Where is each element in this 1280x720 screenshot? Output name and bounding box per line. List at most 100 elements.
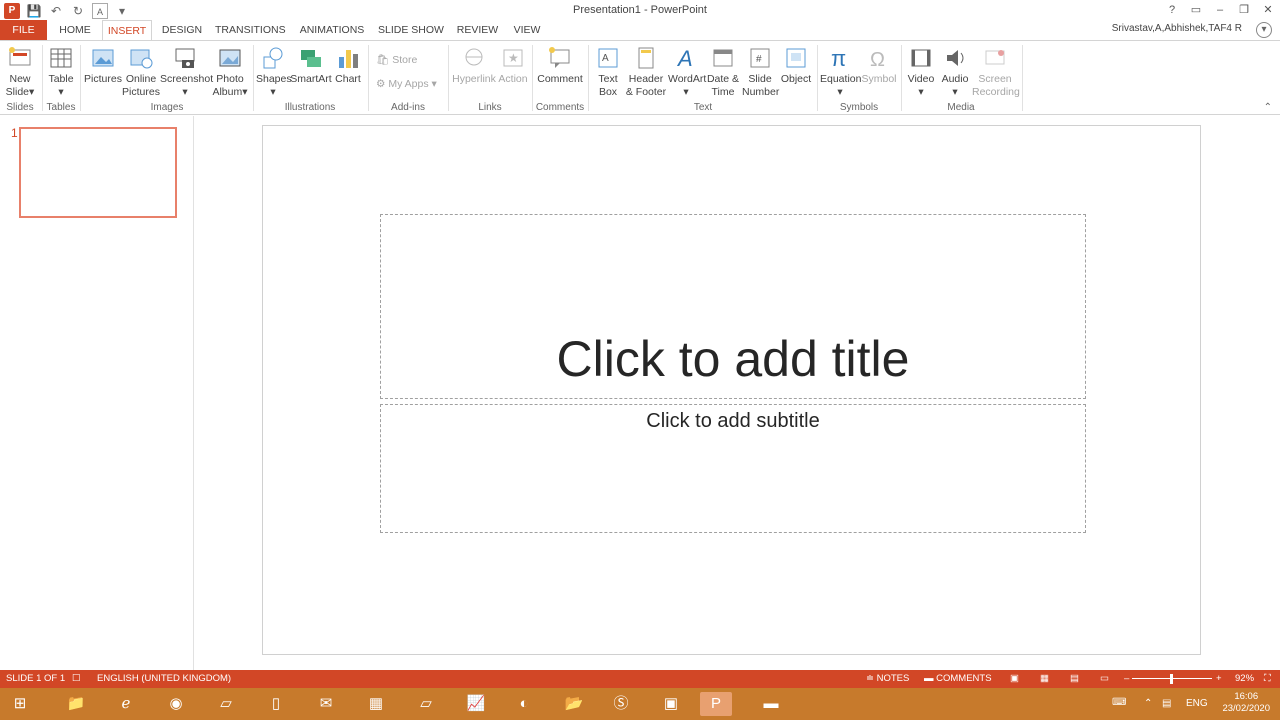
group-separator: [901, 45, 902, 111]
new-slide-button[interactable]: New Slide▾: [4, 45, 36, 99]
network-icon[interactable]: ▤: [1162, 698, 1171, 709]
chart-app-icon[interactable]: 📈: [460, 692, 492, 716]
tab-home[interactable]: HOME: [55, 20, 95, 40]
smartart-button[interactable]: SmartArt: [290, 45, 332, 86]
comment-button[interactable]: Comment: [536, 45, 584, 86]
zoom-slider-thumb[interactable]: [1170, 674, 1173, 684]
tab-review[interactable]: REVIEW: [455, 20, 500, 40]
fit-slide-icon[interactable]: ⛶: [1264, 673, 1271, 684]
language-bar[interactable]: ENG: [1186, 698, 1208, 709]
spell-check-icon[interactable]: ☐: [72, 673, 81, 684]
normal-view-icon[interactable]: ▣: [1010, 673, 1019, 684]
header-footer-button[interactable]: Header & Footer: [624, 45, 668, 99]
subtitle-placeholder[interactable]: Click to add subtitle: [380, 404, 1086, 533]
screenshot-button[interactable]: Screenshot ▾: [160, 45, 213, 99]
internet-explorer-icon[interactable]: ℯ: [110, 692, 142, 716]
title-placeholder[interactable]: Click to add title: [380, 214, 1086, 399]
screen-recording-button[interactable]: Screen Recording: [972, 45, 1020, 99]
spreadsheet-icon[interactable]: ▦: [360, 692, 392, 716]
tab-design[interactable]: DESIGN: [160, 20, 204, 40]
account-dropdown-icon[interactable]: ▾: [1256, 22, 1272, 38]
ribbon-display-options-icon[interactable]: ▭: [1184, 0, 1208, 20]
slide-number-button[interactable]: # Slide Number: [742, 45, 779, 99]
text-box-button[interactable]: A Text Box: [592, 45, 624, 99]
online-pictures-button[interactable]: Online Pictures: [122, 45, 160, 99]
clock[interactable]: 16:06 23/02/2020: [1222, 691, 1270, 715]
title-bar: P 💾 ↶ ↻ A ▾ Presentation1 - PowerPoint ?…: [0, 0, 1280, 22]
slide-show-icon[interactable]: ▭: [1100, 673, 1109, 684]
user-account[interactable]: Srivastav,A,Abhishek,TAF4 R: [1112, 23, 1242, 34]
tab-file[interactable]: FILE: [0, 20, 47, 40]
tray-expand-icon[interactable]: ⌃: [1144, 698, 1152, 709]
windows-start-icon[interactable]: ⊞: [4, 692, 36, 716]
photo-album-icon: [219, 49, 241, 67]
symbol-button[interactable]: Ω Symbol: [860, 45, 898, 86]
language-indicator[interactable]: ENGLISH (UNITED KINGDOM): [97, 673, 231, 684]
shapes-button[interactable]: Shapes ▾: [256, 45, 292, 99]
hyperlink-icon: [465, 48, 483, 66]
restore-button[interactable]: ❐: [1232, 0, 1256, 20]
app-icon[interactable]: ▱: [210, 692, 242, 716]
zoom-out-icon[interactable]: –: [1124, 673, 1129, 684]
my-apps-button[interactable]: ⚙ My Apps ▾: [376, 78, 437, 90]
minimize-button[interactable]: –: [1208, 0, 1232, 20]
chart-button[interactable]: Chart: [332, 45, 364, 86]
file-explorer-icon[interactable]: 📁: [60, 692, 92, 716]
slide-thumbnail[interactable]: [19, 127, 177, 218]
help-icon[interactable]: ?: [1160, 0, 1184, 20]
hyperlink-button[interactable]: Hyperlink: [451, 45, 497, 86]
group-separator: [368, 45, 369, 111]
photo-album-button[interactable]: Photo Album▾: [210, 45, 250, 99]
action-button[interactable]: ★ Action: [497, 45, 529, 86]
group-separator: [448, 45, 449, 111]
wordart-button[interactable]: A WordArt ▾: [668, 45, 706, 99]
object-icon: [786, 48, 806, 68]
zoom-in-icon[interactable]: +: [1216, 673, 1222, 684]
powerpoint-taskbar-icon[interactable]: P: [700, 692, 732, 716]
svg-text:π: π: [831, 46, 846, 71]
zoom-level[interactable]: 92%: [1235, 673, 1254, 684]
command-prompt-icon[interactable]: ▬: [755, 692, 787, 716]
group-separator: [588, 45, 589, 111]
date-time-button[interactable]: Date & Time: [704, 45, 742, 99]
tab-view[interactable]: VIEW: [510, 20, 544, 40]
slide-canvas[interactable]: Click to add title Click to add subtitle: [262, 125, 1201, 655]
notes-button[interactable]: ≐ NOTES: [866, 673, 909, 684]
keyboard-icon[interactable]: ⌨: [1112, 697, 1126, 708]
firefox-icon[interactable]: ◉: [160, 692, 192, 716]
status-bar: SLIDE 1 OF 1 ☐ ENGLISH (UNITED KINGDOM) …: [0, 670, 1280, 688]
slide-sorter-icon[interactable]: ▦: [1040, 673, 1049, 684]
svg-text:★: ★: [508, 51, 519, 65]
outlook-icon[interactable]: ✉: [310, 692, 342, 716]
intellij-icon[interactable]: ▣: [655, 692, 687, 716]
folder-icon[interactable]: 📂: [558, 692, 590, 716]
close-button[interactable]: ✕: [1256, 0, 1280, 20]
video-button[interactable]: Video ▾: [904, 45, 938, 99]
collapse-ribbon-icon[interactable]: ⌃: [1264, 102, 1272, 113]
calendar-icon: [713, 49, 733, 67]
group-label-symbols: Symbols: [839, 102, 879, 113]
comment-icon: [549, 47, 570, 68]
audio-button[interactable]: Audio ▾: [938, 45, 972, 99]
document-icon[interactable]: ▯: [260, 692, 292, 716]
pi-icon: π: [831, 46, 846, 71]
object-button[interactable]: Object: [778, 45, 814, 86]
edge-icon[interactable]: ◐: [508, 692, 540, 716]
online-pictures-icon: [130, 49, 153, 69]
comments-button[interactable]: ▬ COMMENTS: [924, 673, 992, 684]
tab-slide-show[interactable]: SLIDE SHOW: [378, 20, 444, 40]
equation-button[interactable]: π Equation ▾: [820, 45, 861, 99]
skype-icon[interactable]: Ⓢ: [605, 692, 637, 716]
table-button[interactable]: Table ▾: [45, 45, 77, 99]
notes-icon: ≐: [866, 673, 874, 684]
tab-transitions[interactable]: TRANSITIONS: [215, 20, 286, 40]
reading-view-icon[interactable]: ▤: [1070, 673, 1079, 684]
tab-insert[interactable]: INSERT: [102, 20, 152, 41]
slide-count[interactable]: SLIDE 1 OF 1: [6, 673, 65, 684]
app-icon[interactable]: ▱: [410, 692, 442, 716]
tab-animations[interactable]: ANIMATIONS: [296, 20, 368, 40]
store-button[interactable]: 🛍 Store: [376, 53, 417, 66]
group-label-images: Images: [150, 102, 184, 113]
group-label-comments: Comments: [535, 102, 585, 113]
pictures-button[interactable]: Pictures: [84, 45, 122, 86]
